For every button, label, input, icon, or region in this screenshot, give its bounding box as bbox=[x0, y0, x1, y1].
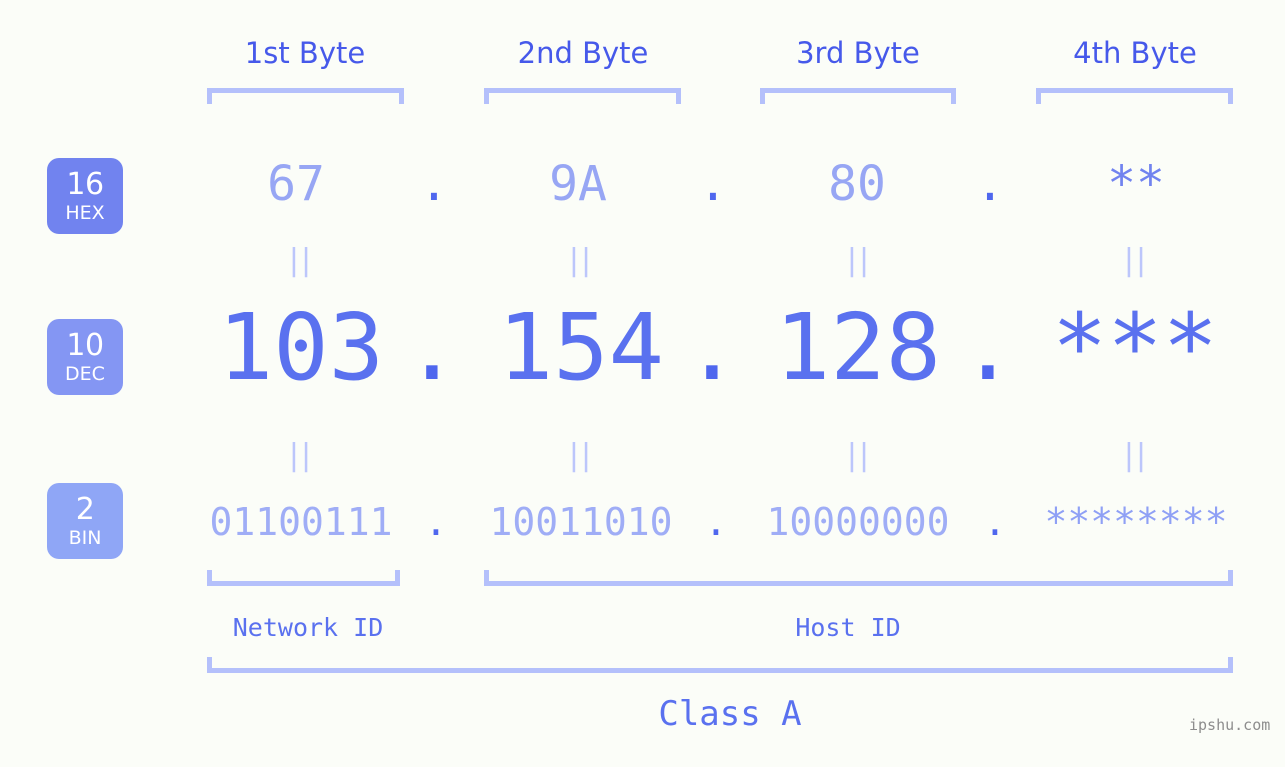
equals-dec-bin-1: || bbox=[288, 438, 314, 473]
base-badge-hex-number: 16 bbox=[66, 166, 104, 202]
network-id-bracket bbox=[207, 570, 400, 586]
byte-header-3: 3rd Byte bbox=[796, 36, 920, 70]
base-badge-bin-name: BIN bbox=[68, 526, 102, 549]
byte-header-4: 4th Byte bbox=[1073, 36, 1197, 70]
class-bracket bbox=[207, 657, 1233, 673]
equals-hex-dec-2: || bbox=[568, 243, 594, 278]
bin-separator-1: . bbox=[424, 500, 448, 544]
base-badge-dec-name: DEC bbox=[65, 362, 105, 385]
hex-byte-3: 80 bbox=[828, 156, 886, 212]
dec-separator-1: . bbox=[404, 294, 460, 401]
hex-byte-2: 9A bbox=[549, 156, 607, 212]
bin-byte-1: 01100111 bbox=[209, 500, 393, 544]
base-badge-hex: 16 HEX bbox=[47, 158, 123, 234]
byte-bracket-1 bbox=[207, 88, 404, 104]
equals-hex-dec-3: || bbox=[846, 243, 872, 278]
bin-byte-3: 10000000 bbox=[766, 500, 950, 544]
equals-hex-dec-4: || bbox=[1123, 243, 1149, 278]
base-badge-bin-number: 2 bbox=[75, 491, 95, 527]
bin-separator-3: . bbox=[983, 500, 1007, 544]
base-badge-dec: 10 DEC bbox=[47, 319, 123, 395]
byte-bracket-3 bbox=[760, 88, 956, 104]
site-watermark: ipshu.com bbox=[1189, 716, 1271, 734]
host-id-bracket bbox=[484, 570, 1233, 586]
hex-byte-4: ** bbox=[1107, 156, 1165, 212]
ip-byte-breakdown-diagram: 1st Byte 2nd Byte 3rd Byte 4th Byte 16 H… bbox=[0, 0, 1285, 767]
byte-bracket-4 bbox=[1036, 88, 1233, 104]
hex-separator-1: . bbox=[419, 156, 449, 212]
base-badge-dec-number: 10 bbox=[66, 327, 104, 363]
hex-separator-2: . bbox=[698, 156, 728, 212]
base-badge-bin: 2 BIN bbox=[47, 483, 123, 559]
equals-dec-bin-3: || bbox=[846, 438, 872, 473]
equals-hex-dec-1: || bbox=[288, 243, 314, 278]
bin-byte-4: ******** bbox=[1044, 500, 1228, 544]
class-label: Class A bbox=[658, 694, 802, 734]
hex-separator-3: . bbox=[975, 156, 1005, 212]
bin-separator-2: . bbox=[704, 500, 728, 544]
byte-header-2: 2nd Byte bbox=[517, 36, 649, 70]
byte-header-1: 1st Byte bbox=[244, 36, 366, 70]
network-id-label: Network ID bbox=[232, 613, 384, 642]
byte-bracket-2 bbox=[484, 88, 681, 104]
hex-byte-1: 67 bbox=[267, 156, 325, 212]
equals-dec-bin-2: || bbox=[568, 438, 594, 473]
bin-byte-2: 10011010 bbox=[489, 500, 673, 544]
equals-dec-bin-4: || bbox=[1123, 438, 1149, 473]
base-badge-hex-name: HEX bbox=[65, 201, 105, 224]
host-id-label: Host ID bbox=[795, 613, 901, 642]
dec-byte-4: *** bbox=[1051, 294, 1219, 401]
